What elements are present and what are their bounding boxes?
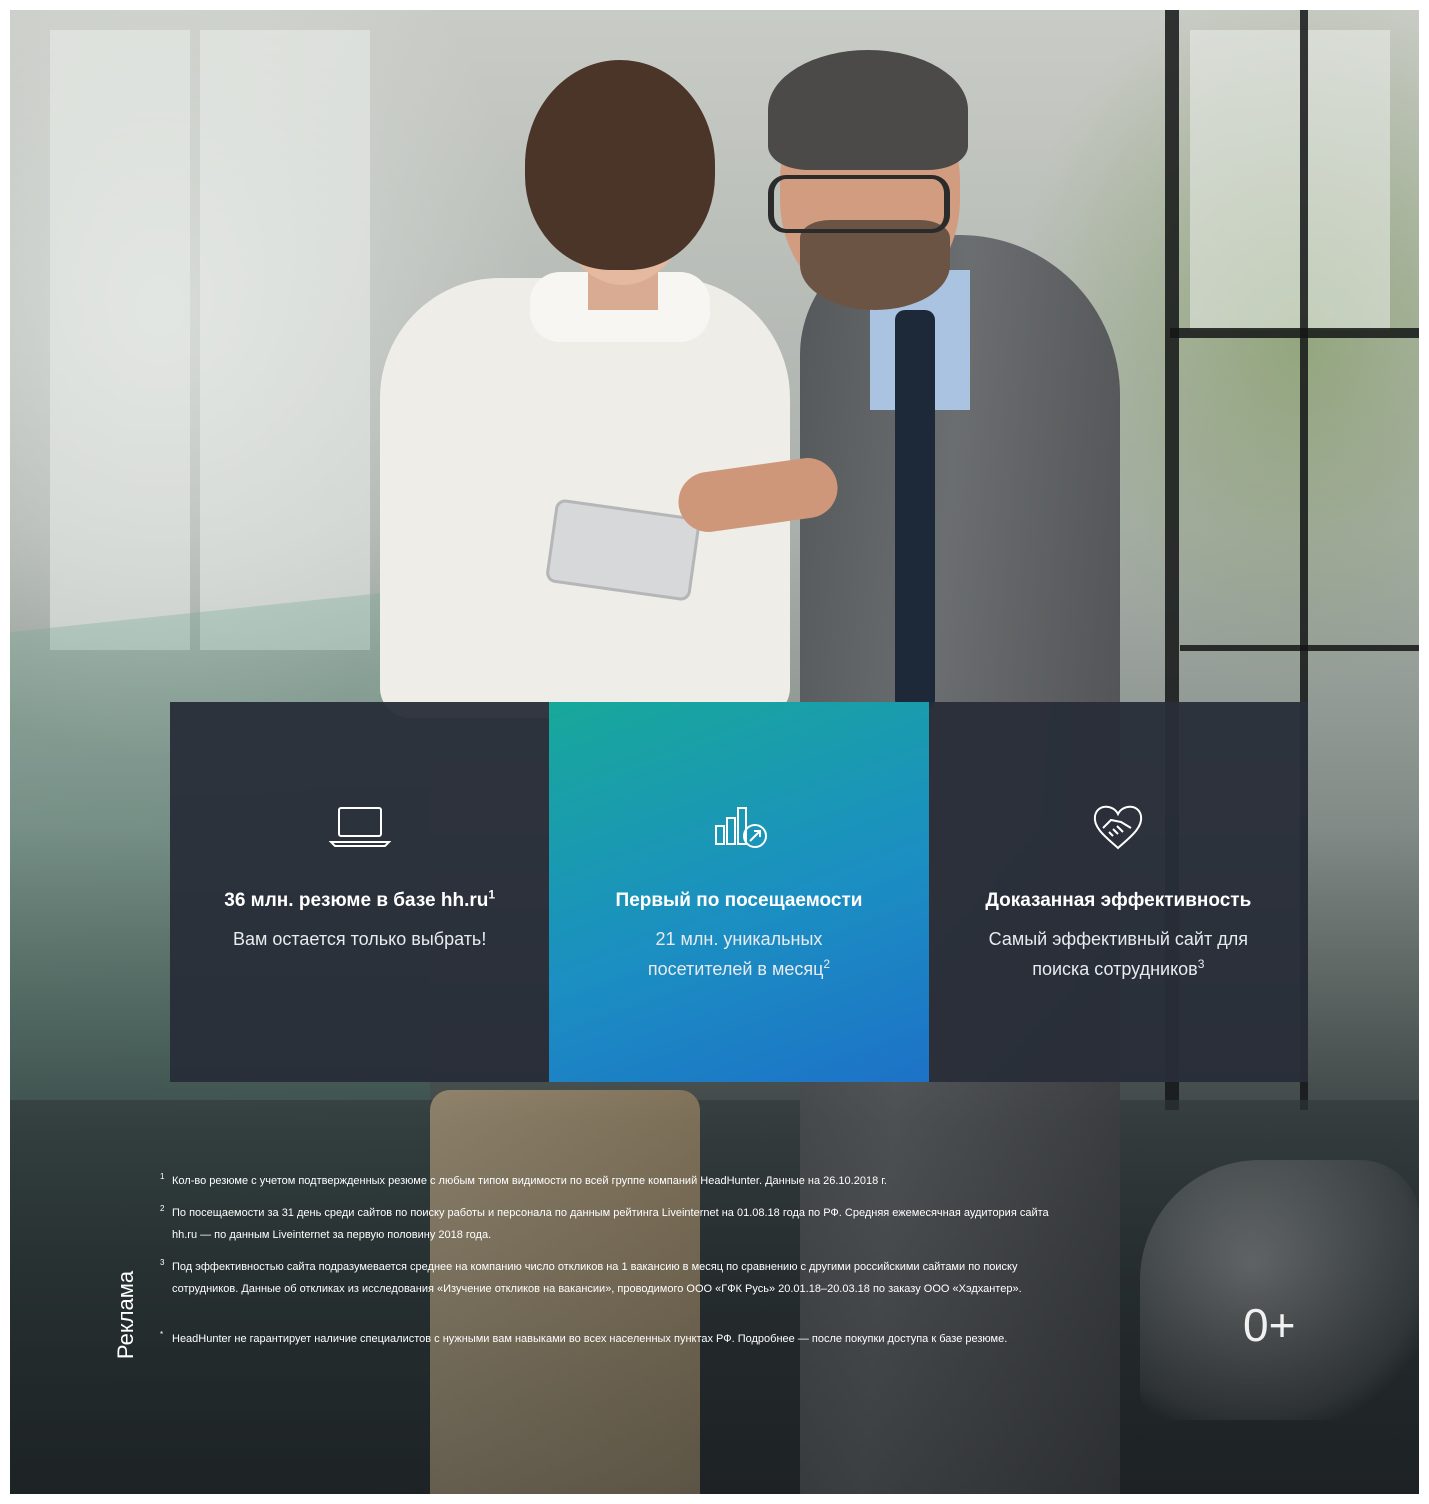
feature-title: Первый по посещаемости	[615, 890, 863, 911]
footnote-text: Под эффективностью сайта подразумевается…	[172, 1261, 1022, 1295]
footnotes: 1 Кол-во резюме с учетом подтвержденных …	[160, 1170, 1060, 1360]
feature-text: 21 млн. уникальных посетителей в месяц2	[647, 929, 831, 979]
ad-banner: 36 млн. резюме в базе hh.ru1 Вам остаетс…	[10, 10, 1419, 1494]
feature-panels: 36 млн. резюме в базе hh.ru1 Вам остаетс…	[170, 702, 1308, 1082]
growth-chart-icon	[714, 807, 767, 848]
footnote: 1 Кол-во резюме с учетом подтвержденных …	[160, 1170, 1060, 1192]
footnote-mark: 1	[160, 1172, 165, 1181]
footnote: 3 Под эффективностью сайта подразумевает…	[160, 1256, 1060, 1300]
footnote: 2 По посещаемости за 31 день среди сайто…	[160, 1202, 1060, 1246]
laptop-icon	[328, 807, 392, 847]
handshake-heart-icon	[1094, 805, 1143, 850]
footnote-text: По посещаемости за 31 день среди сайтов …	[172, 1207, 1049, 1241]
feature-title: 36 млн. резюме в базе hh.ru1	[224, 887, 496, 911]
age-rating: 0+	[1243, 1299, 1296, 1351]
feature-text: Самый эффективный сайт для поиска сотруд…	[988, 929, 1248, 979]
feature-panel-traffic: Первый по посещаемости 21 млн. уникальны…	[549, 702, 929, 1082]
footnote-text: HeadHunter не гарантирует наличие специа…	[172, 1333, 1008, 1345]
feature-panel-efficiency: Доказанная эффективность Самый эффективн…	[928, 702, 1308, 1082]
ad-label: Реклама	[113, 1270, 138, 1360]
footnote: * HeadHunter не гарантирует наличие спец…	[160, 1328, 1060, 1350]
footnote-mark: 2	[160, 1204, 165, 1213]
footnote-mark: 3	[160, 1258, 165, 1267]
feature-title: Доказанная эффективность	[985, 890, 1252, 911]
footnote-mark: *	[160, 1330, 164, 1339]
feature-text: Вам остается только выбрать!	[232, 929, 487, 949]
feature-panel-resume: 36 млн. резюме в базе hh.ru1 Вам остаетс…	[170, 702, 550, 1082]
footnote-text: Кол-во резюме с учетом подтвержденных ре…	[172, 1175, 887, 1187]
